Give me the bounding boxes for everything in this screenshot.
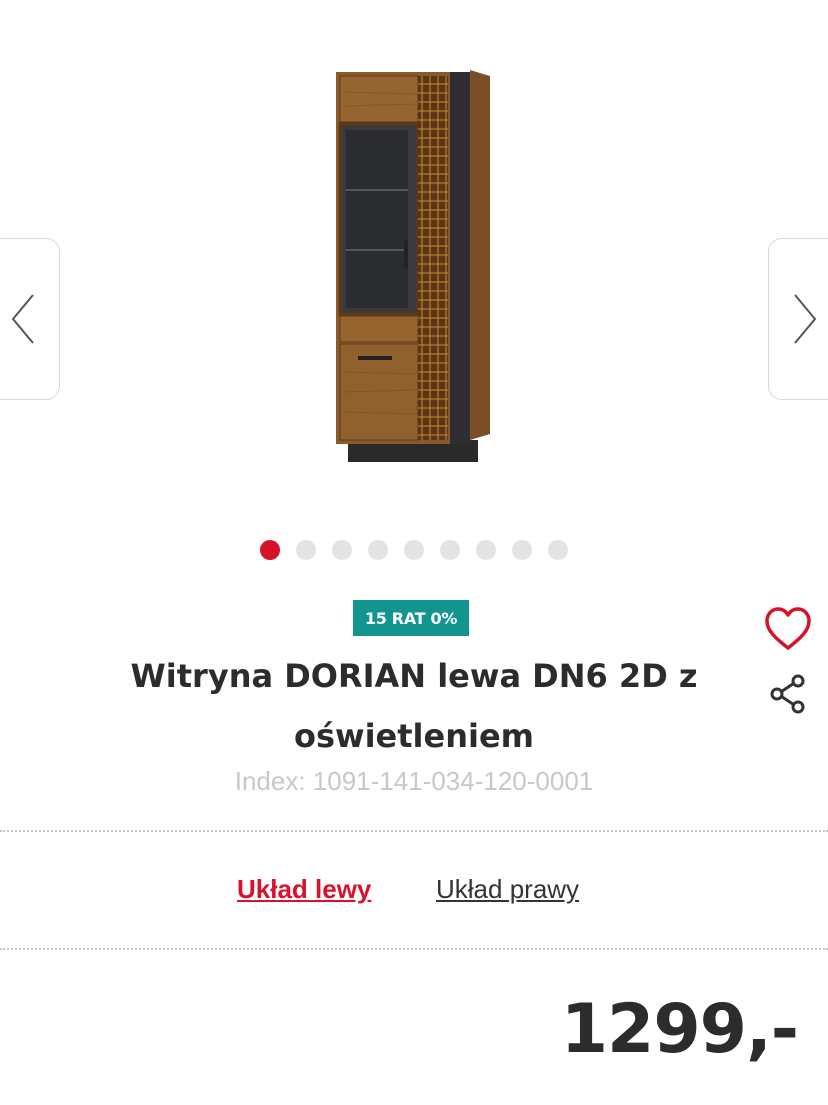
product-gallery	[0, 0, 828, 580]
gallery-dot[interactable]	[260, 540, 280, 560]
display-cabinet-image	[336, 70, 490, 462]
variant-right-link[interactable]: Układ prawy	[436, 874, 579, 905]
installment-badge: 15 RAT 0%	[353, 600, 469, 636]
gallery-pagination	[0, 540, 828, 560]
gallery-dot[interactable]	[368, 540, 388, 560]
gallery-dot[interactable]	[512, 540, 532, 560]
gallery-prev-button[interactable]	[0, 238, 60, 400]
product-title: Witryna DORIAN lewa DN6 2D z oświetlenie…	[130, 657, 698, 755]
share-icon[interactable]	[770, 674, 806, 714]
gallery-dot[interactable]	[440, 540, 460, 560]
variant-left-link[interactable]: Układ lewy	[237, 874, 371, 905]
chevron-right-icon	[794, 294, 817, 344]
divider	[0, 948, 828, 950]
product-price: 1299,-	[560, 990, 799, 1069]
gallery-next-button[interactable]	[768, 238, 828, 400]
gallery-dot[interactable]	[296, 540, 316, 560]
chevron-left-icon	[11, 294, 34, 344]
gallery-dot[interactable]	[548, 540, 568, 560]
gallery-dot[interactable]	[404, 540, 424, 560]
gallery-dot[interactable]	[476, 540, 496, 560]
divider	[0, 830, 828, 832]
heart-icon[interactable]	[764, 606, 812, 652]
product-index: Index: 1091-141-034-120-0001	[234, 766, 594, 796]
gallery-dot[interactable]	[332, 540, 352, 560]
layout-variants: Układ lewy Układ prawy	[0, 874, 828, 910]
